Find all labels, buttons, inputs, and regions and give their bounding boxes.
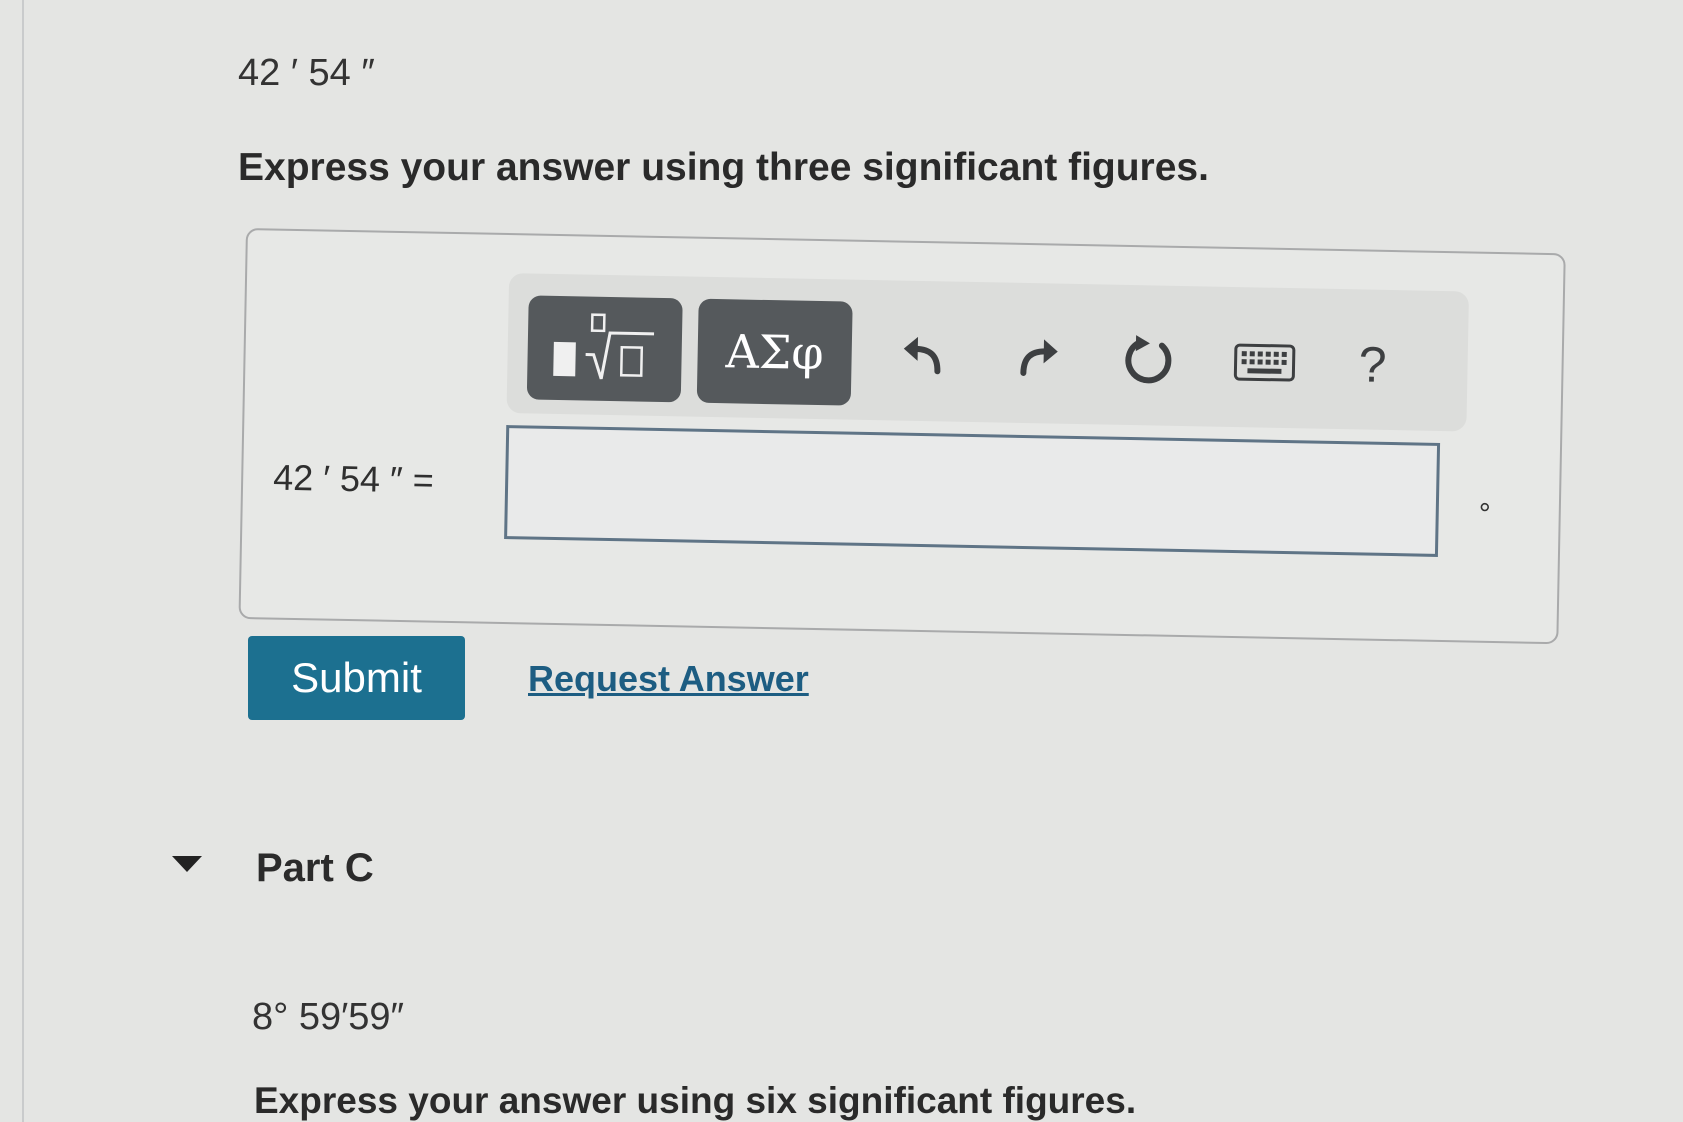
answer-input[interactable] xyxy=(504,425,1441,557)
templates-button[interactable] xyxy=(526,295,683,403)
request-answer-link[interactable]: Request Answer xyxy=(528,658,809,700)
symbols-button[interactable]: ΑΣφ xyxy=(696,298,853,406)
given-angle-b: 42 ′ 54 ″ xyxy=(238,52,375,94)
left-divider xyxy=(22,0,24,1122)
unit-label: ° xyxy=(1478,497,1492,531)
template-radical-icon xyxy=(553,313,655,380)
given-angle-c: 8° 59′59″ xyxy=(252,996,404,1038)
instruction-b: Express your answer using three signific… xyxy=(238,146,1209,189)
reset-icon[interactable] xyxy=(1113,325,1184,396)
part-c-title[interactable]: Part C xyxy=(256,846,374,891)
redo-icon[interactable] xyxy=(1001,323,1072,394)
instruction-c: Express your answer using six significan… xyxy=(254,1080,1137,1121)
undo-icon[interactable] xyxy=(889,320,960,391)
answer-panel: ΑΣφ ? 42 ′ 54 ″ = ° xyxy=(238,228,1566,645)
keyboard-icon[interactable] xyxy=(1229,327,1300,398)
collapse-caret-icon[interactable] xyxy=(172,856,202,872)
help-button[interactable]: ? xyxy=(1337,329,1408,400)
equation-label: 42 ′ 54 ″ = xyxy=(272,456,435,501)
submit-button[interactable]: Submit xyxy=(248,636,465,720)
math-toolbar: ΑΣφ ? xyxy=(506,273,1470,432)
